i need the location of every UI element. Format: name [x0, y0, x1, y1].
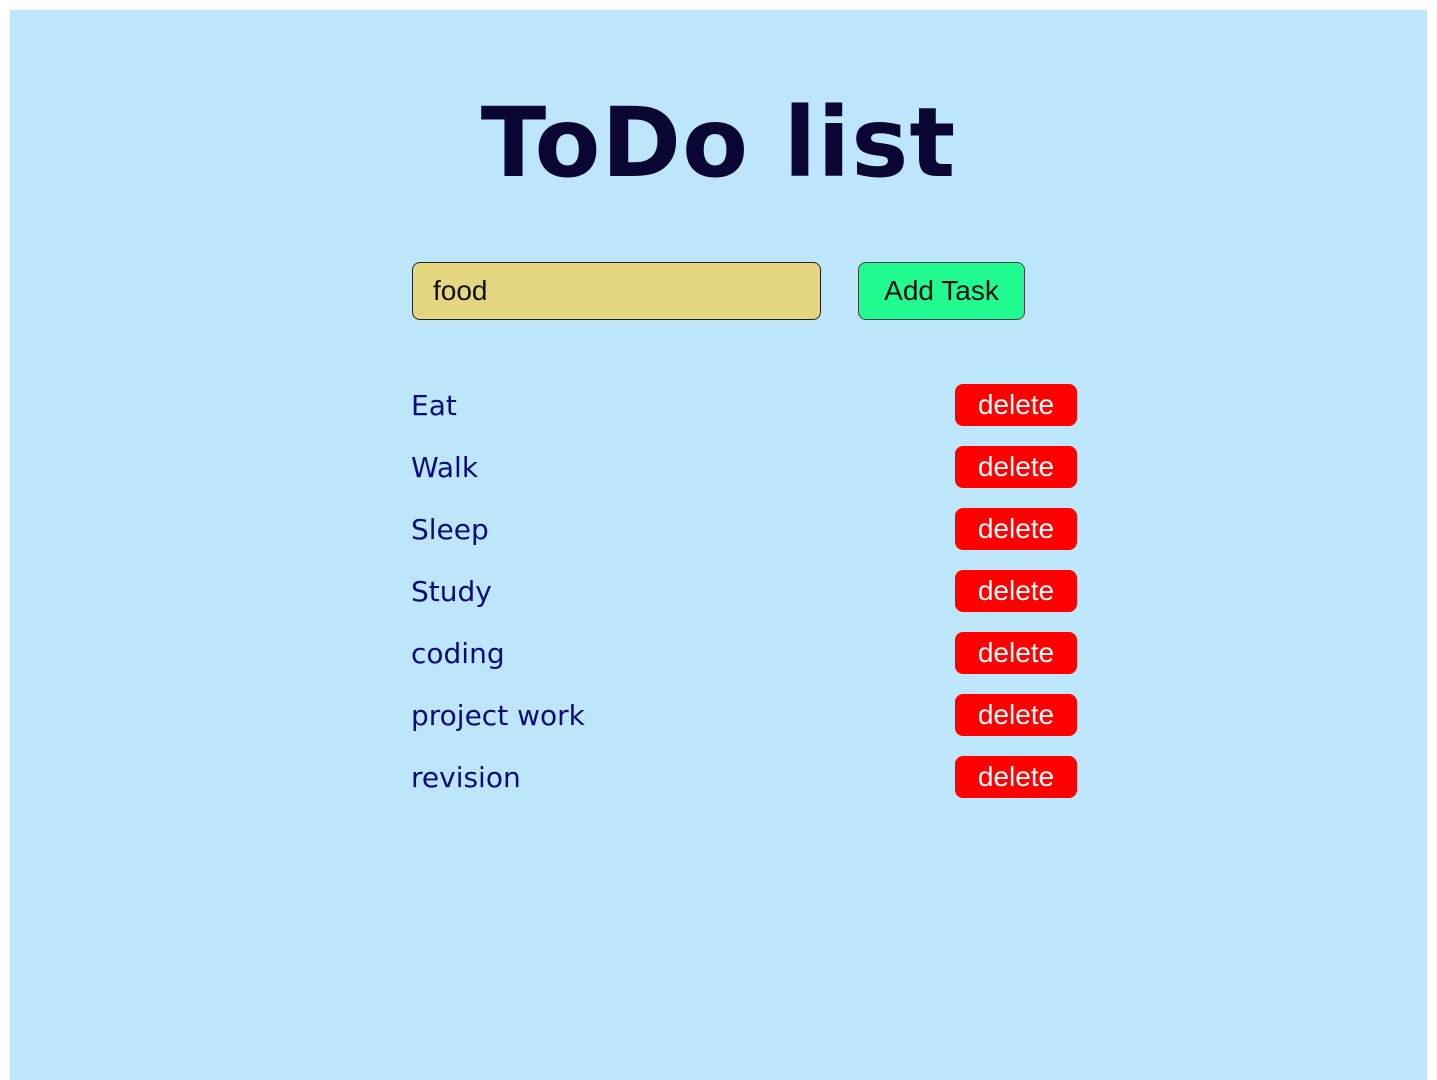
task-label: Study: [411, 575, 492, 608]
task-item: coding delete: [410, 632, 1077, 694]
task-item: project work delete: [410, 694, 1077, 756]
task-label: Sleep: [411, 513, 489, 546]
delete-button[interactable]: delete: [955, 384, 1077, 426]
page-title: ToDo list: [480, 87, 957, 199]
delete-button[interactable]: delete: [955, 694, 1077, 736]
task-item: revision delete: [410, 756, 1077, 818]
task-label: Eat: [411, 389, 457, 422]
task-item: Study delete: [410, 570, 1077, 632]
add-task-button[interactable]: Add Task: [858, 262, 1025, 320]
task-label: coding: [411, 637, 505, 670]
task-label: revision: [411, 761, 521, 794]
app-container: ToDo list Add Task Eat delete Walk delet…: [10, 10, 1427, 1080]
task-item: Eat delete: [410, 384, 1077, 446]
delete-button[interactable]: delete: [955, 508, 1077, 550]
task-item: Walk delete: [410, 446, 1077, 508]
task-label: Walk: [411, 451, 479, 484]
delete-button[interactable]: delete: [955, 632, 1077, 674]
task-label: project work: [411, 699, 585, 732]
task-item: Sleep delete: [410, 508, 1077, 570]
delete-button[interactable]: delete: [955, 570, 1077, 612]
task-input[interactable]: [412, 262, 821, 320]
delete-button[interactable]: delete: [955, 446, 1077, 488]
delete-button[interactable]: delete: [955, 756, 1077, 798]
task-list: Eat delete Walk delete Sleep delete Stud…: [410, 384, 1077, 818]
